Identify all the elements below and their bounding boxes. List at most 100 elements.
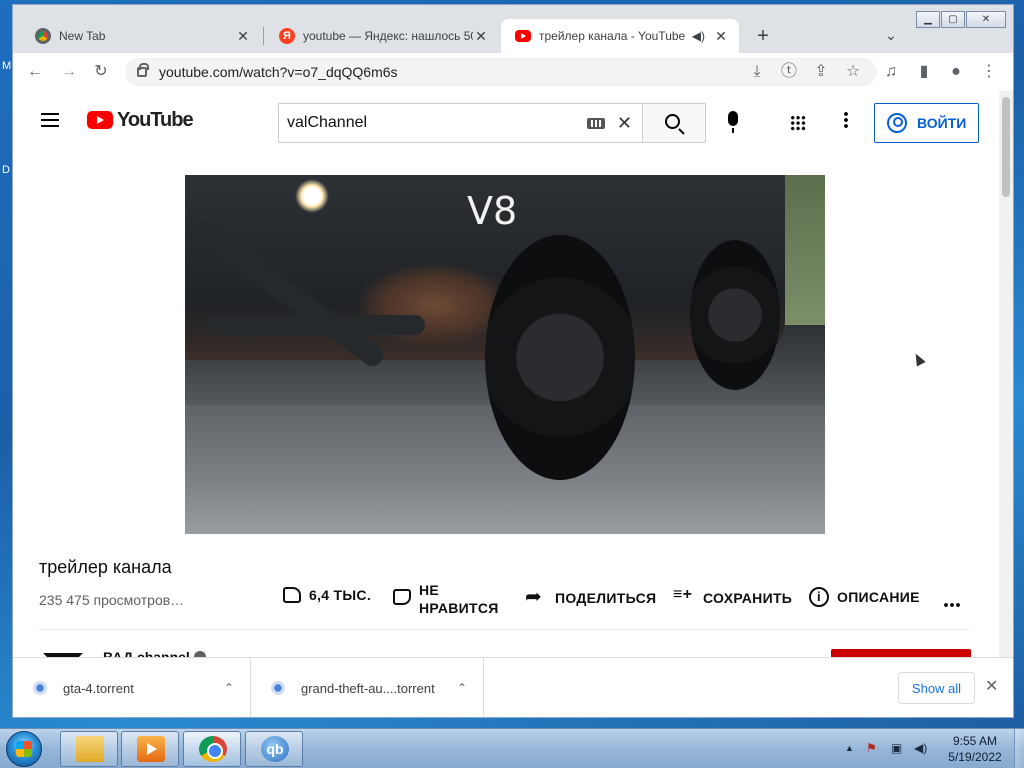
settings-more-icon[interactable] [844, 111, 848, 129]
save-label: СОХРАНИТЬ [703, 590, 793, 606]
menu-icon[interactable]: ⋮ [979, 63, 999, 81]
share-button[interactable]: ПОДЕЛИТЬСЯ [525, 584, 657, 609]
microphone-icon[interactable] [728, 111, 738, 133]
search-icon [665, 114, 680, 129]
media-control-icon[interactable]: ♫ [881, 63, 901, 81]
youtube-logo-text[interactable]: YouTube [117, 109, 194, 132]
back-icon[interactable]: ← [25, 63, 45, 81]
search-input[interactable]: valChannel ✕ [278, 103, 642, 143]
tab-yandex-search[interactable]: Я youtube — Яндекс: нашлось 50 ✕ [265, 19, 499, 53]
info-icon [809, 587, 829, 607]
dislike-label-line1: НЕ [419, 582, 440, 598]
browser-window: New Tab ✕ Я youtube — Яндекс: нашлось 50… [12, 4, 1014, 718]
youtube-icon [515, 30, 531, 42]
account-icon [887, 113, 907, 133]
desktop-icon-label: D [2, 164, 10, 176]
bookmark-star-icon[interactable]: ☆ [843, 63, 863, 81]
url-text[interactable]: youtube.com/watch?v=o7_dqQQ6m6s [159, 64, 398, 80]
show-desktop-button[interactable] [1014, 729, 1024, 768]
share-icon[interactable]: ⇪ [811, 63, 831, 81]
youtube-page: YouTube valChannel ✕ ВОЙТИ V8 трейлер ка… [13, 91, 999, 657]
download-shelf: gta-4.torrent ⌃ grand-theft-au....torren… [13, 657, 1013, 717]
chevron-up-icon[interactable]: ⌃ [224, 681, 234, 695]
description-button[interactable]: ОПИСАНИЕ [809, 587, 920, 607]
taskbar-chrome[interactable] [183, 731, 241, 767]
channel-name[interactable]: ВАД channel [103, 649, 206, 657]
taskbar-qbittorrent[interactable]: qb [245, 731, 303, 767]
folder-icon [76, 736, 104, 762]
start-button[interactable] [6, 731, 42, 767]
subscribe-button[interactable] [831, 649, 971, 657]
keyboard-icon[interactable] [586, 117, 605, 129]
hamburger-menu-icon[interactable] [41, 113, 59, 127]
front-wheel [485, 235, 635, 480]
install-icon[interactable]: ⤓ [747, 63, 767, 81]
show-all-downloads-button[interactable]: Show all [898, 672, 975, 704]
system-clock[interactable]: 9:55 AM 5/19/2022 [940, 733, 1010, 765]
description-label: ОПИСАНИЕ [837, 589, 920, 605]
window-maximize-button[interactable]: ▢ [941, 11, 965, 28]
forward-icon[interactable]: → [59, 63, 79, 81]
close-shelf-icon[interactable]: ✕ [985, 676, 998, 696]
view-count[interactable]: 235 475 просмотров… [39, 592, 184, 608]
profile-icon[interactable]: ● [946, 63, 966, 81]
tab-close-icon[interactable]: ✕ [473, 28, 489, 45]
download-filename: grand-theft-au....torrent [301, 680, 435, 696]
media-player-icon [137, 736, 165, 762]
new-tab-button[interactable]: + [753, 25, 773, 47]
download-item[interactable]: grand-theft-au....torrent ⌃ [251, 658, 484, 717]
taskbar-explorer[interactable] [60, 731, 118, 767]
page-scrollbar[interactable] [999, 91, 1013, 657]
tab-close-icon[interactable]: ✕ [235, 28, 251, 45]
chevron-up-icon[interactable]: ⌃ [457, 681, 467, 695]
clear-search-icon[interactable]: ✕ [617, 113, 632, 134]
share-label: ПОДЕЛИТЬСЯ [555, 590, 657, 606]
more-actions-icon[interactable] [943, 603, 961, 607]
clock-date: 5/19/2022 [948, 750, 1002, 764]
save-button[interactable]: СОХРАНИТЬ [673, 586, 793, 609]
search-query[interactable]: valChannel [287, 114, 587, 132]
qbittorrent-icon: qb [261, 736, 289, 762]
action-center-flag-icon[interactable]: ⚑ [866, 741, 877, 755]
search-button[interactable] [642, 103, 706, 143]
tab-new-tab[interactable]: New Tab ✕ [21, 19, 261, 53]
apps-grid-icon[interactable] [790, 115, 806, 131]
window-close-button[interactable]: ✕ [966, 11, 1006, 28]
tab-search-button[interactable]: ⌄ [885, 27, 897, 44]
chrome-icon [199, 736, 227, 762]
tray-expand-icon[interactable]: ▲ [845, 743, 854, 753]
sign-in-button[interactable]: ВОЙТИ [874, 103, 979, 143]
volume-icon[interactable]: ◀) [914, 741, 927, 755]
tab-youtube-trailer[interactable]: трейлер канала - YouTube ◀) ✕ [501, 19, 739, 53]
download-item[interactable]: gta-4.torrent ⌃ [13, 658, 251, 717]
mouse-cursor-icon [906, 346, 930, 370]
chrome-icon [35, 28, 51, 44]
headlight [295, 179, 329, 213]
network-icon[interactable]: ▣ [891, 741, 902, 755]
taskbar-media-player[interactable] [121, 731, 179, 767]
lock-icon[interactable] [137, 63, 149, 77]
translate-icon[interactable]: ⓣ [779, 63, 799, 81]
rear-wheel [690, 240, 780, 390]
like-button[interactable]: 6,4 ТЫС. [283, 587, 371, 603]
youtube-header: YouTube valChannel ✕ ВОЙТИ [13, 91, 999, 155]
taskbar: qb ▲ ⚑ ▣ ◀) 9:55 AM 5/19/2022 [0, 728, 1024, 768]
tab-strip: New Tab ✕ Я youtube — Яндекс: нашлось 50… [13, 5, 1013, 53]
share-arrow-icon [525, 584, 547, 609]
desktop-icon-label: M [2, 60, 12, 72]
reload-icon[interactable]: ↻ [91, 63, 111, 81]
dislike-button[interactable]: НЕ НРАВИТСЯ [393, 581, 499, 617]
thumbs-up-icon [283, 587, 301, 603]
youtube-logo-icon[interactable] [87, 111, 113, 129]
side-panel-icon[interactable]: ▮ [914, 63, 934, 81]
tab-title: New Tab [59, 29, 106, 43]
browser-toolbar: ← → ↻ youtube.com/watch?v=o7_dqQQ6m6s ⤓ … [13, 53, 1013, 91]
video-player[interactable]: V8 [185, 175, 825, 534]
tab-close-icon[interactable]: ✕ [713, 28, 729, 45]
window-minimize-button[interactable]: ▁ [916, 11, 940, 28]
tab-title: трейлер канала - YouTube [539, 29, 686, 43]
dislike-label-line2: НРАВИТСЯ [419, 600, 499, 616]
sign-in-label: ВОЙТИ [917, 115, 967, 131]
scrollbar-thumb[interactable] [1002, 97, 1010, 197]
audio-playing-icon[interactable]: ◀) [692, 29, 705, 43]
